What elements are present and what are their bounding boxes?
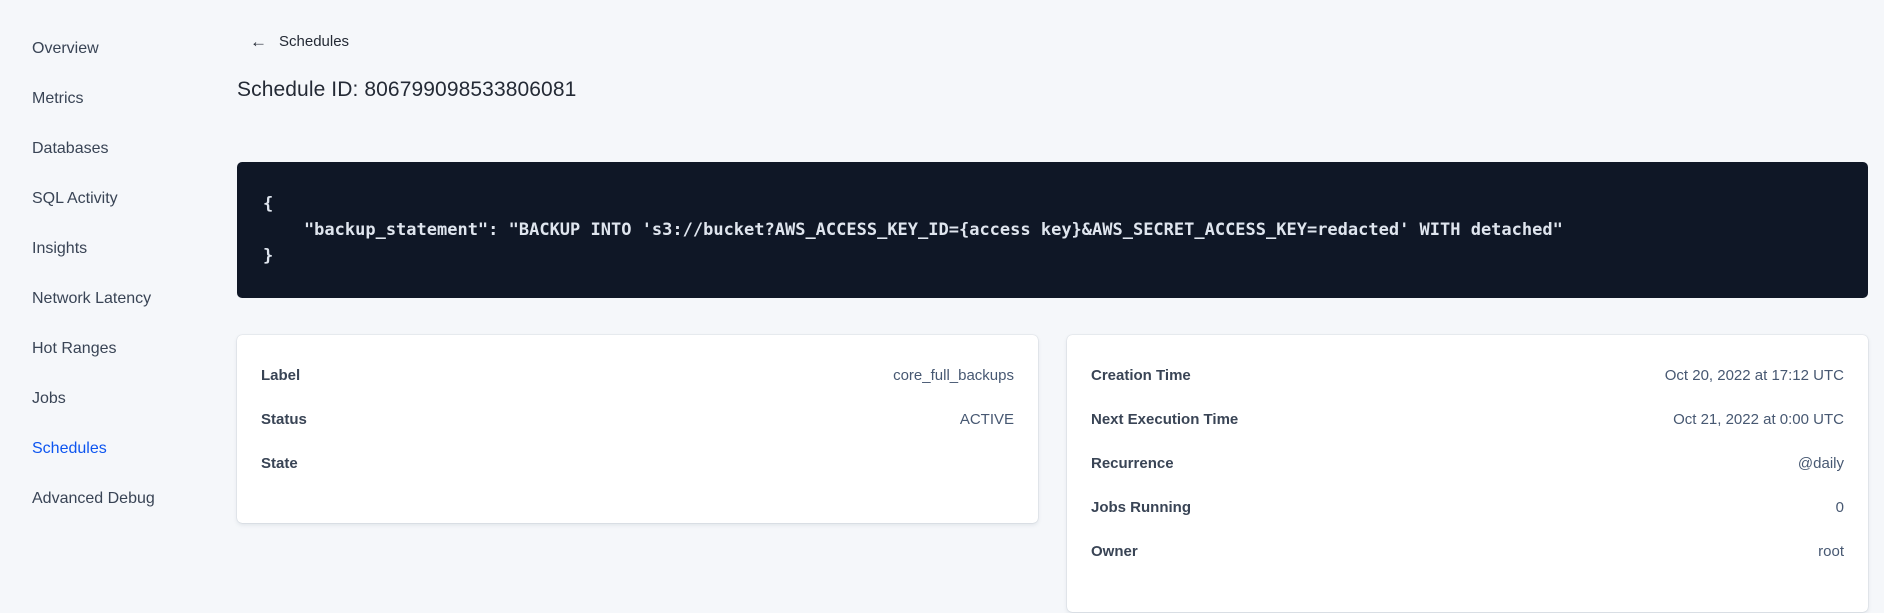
sidebar-item-databases[interactable]: Databases bbox=[32, 140, 200, 158]
detail-row-creation-time: Creation Time Oct 20, 2022 at 17:12 UTC bbox=[1091, 365, 1844, 387]
schedule-timing-card: Creation Time Oct 20, 2022 at 17:12 UTC … bbox=[1067, 335, 1868, 612]
sidebar-item-network-latency[interactable]: Network Latency bbox=[32, 290, 200, 308]
detail-row-state: State bbox=[261, 453, 1014, 475]
sidebar-item-hot-ranges[interactable]: Hot Ranges bbox=[32, 340, 200, 358]
row-label: State bbox=[261, 455, 298, 472]
detail-row-next-execution-time: Next Execution Time Oct 21, 2022 at 0:00… bbox=[1091, 409, 1844, 431]
sidebar-item-advanced-debug[interactable]: Advanced Debug bbox=[32, 490, 200, 508]
row-value: core_full_backups bbox=[893, 367, 1014, 384]
detail-row-label: Label core_full_backups bbox=[261, 365, 1014, 387]
row-label: Jobs Running bbox=[1091, 499, 1191, 516]
sidebar-item-sql-activity[interactable]: SQL Activity bbox=[32, 190, 200, 208]
back-to-schedules-link[interactable]: ← Schedules bbox=[250, 33, 349, 50]
row-value: root bbox=[1818, 543, 1844, 560]
row-value: @daily bbox=[1797, 455, 1844, 472]
page-title: Schedule ID: 806799098533806081 bbox=[237, 78, 577, 101]
sidebar-item-jobs[interactable]: Jobs bbox=[32, 390, 200, 408]
back-link-label: Schedules bbox=[279, 33, 350, 50]
detail-row-jobs-running: Jobs Running 0 bbox=[1091, 497, 1844, 519]
sidebar-item-schedules[interactable]: Schedules bbox=[32, 440, 200, 458]
row-value: Oct 21, 2022 at 0:00 UTC bbox=[1673, 411, 1844, 428]
detail-row-status: Status ACTIVE bbox=[261, 409, 1014, 431]
schedule-statement-code-block: { "backup_statement": "BACKUP INTO 's3:/… bbox=[237, 162, 1868, 298]
summary-cards: Label core_full_backups Status ACTIVE St… bbox=[237, 335, 1868, 612]
row-value: 0 bbox=[1835, 499, 1844, 516]
row-value: Oct 20, 2022 at 17:12 UTC bbox=[1664, 367, 1844, 384]
detail-row-recurrence: Recurrence @daily bbox=[1091, 453, 1844, 475]
sidebar-nav: Overview Metrics Databases SQL Activity … bbox=[0, 0, 200, 613]
sidebar-item-overview[interactable]: Overview bbox=[32, 40, 200, 58]
row-value: ACTIVE bbox=[959, 411, 1014, 428]
sidebar-item-metrics[interactable]: Metrics bbox=[32, 90, 200, 108]
row-label: Next Execution Time bbox=[1091, 411, 1239, 428]
row-label: Recurrence bbox=[1091, 455, 1174, 472]
row-label: Owner bbox=[1091, 543, 1138, 560]
main-content: ← Schedules Schedule ID: 806799098533806… bbox=[237, 0, 1868, 612]
sidebar-item-insights[interactable]: Insights bbox=[32, 240, 200, 258]
row-label: Creation Time bbox=[1091, 367, 1191, 384]
schedule-details-card: Label core_full_backups Status ACTIVE St… bbox=[237, 335, 1038, 523]
detail-row-owner: Owner root bbox=[1091, 541, 1844, 563]
row-label: Status bbox=[261, 411, 307, 428]
back-arrow-icon: ← bbox=[250, 32, 267, 51]
row-label: Label bbox=[261, 367, 301, 384]
